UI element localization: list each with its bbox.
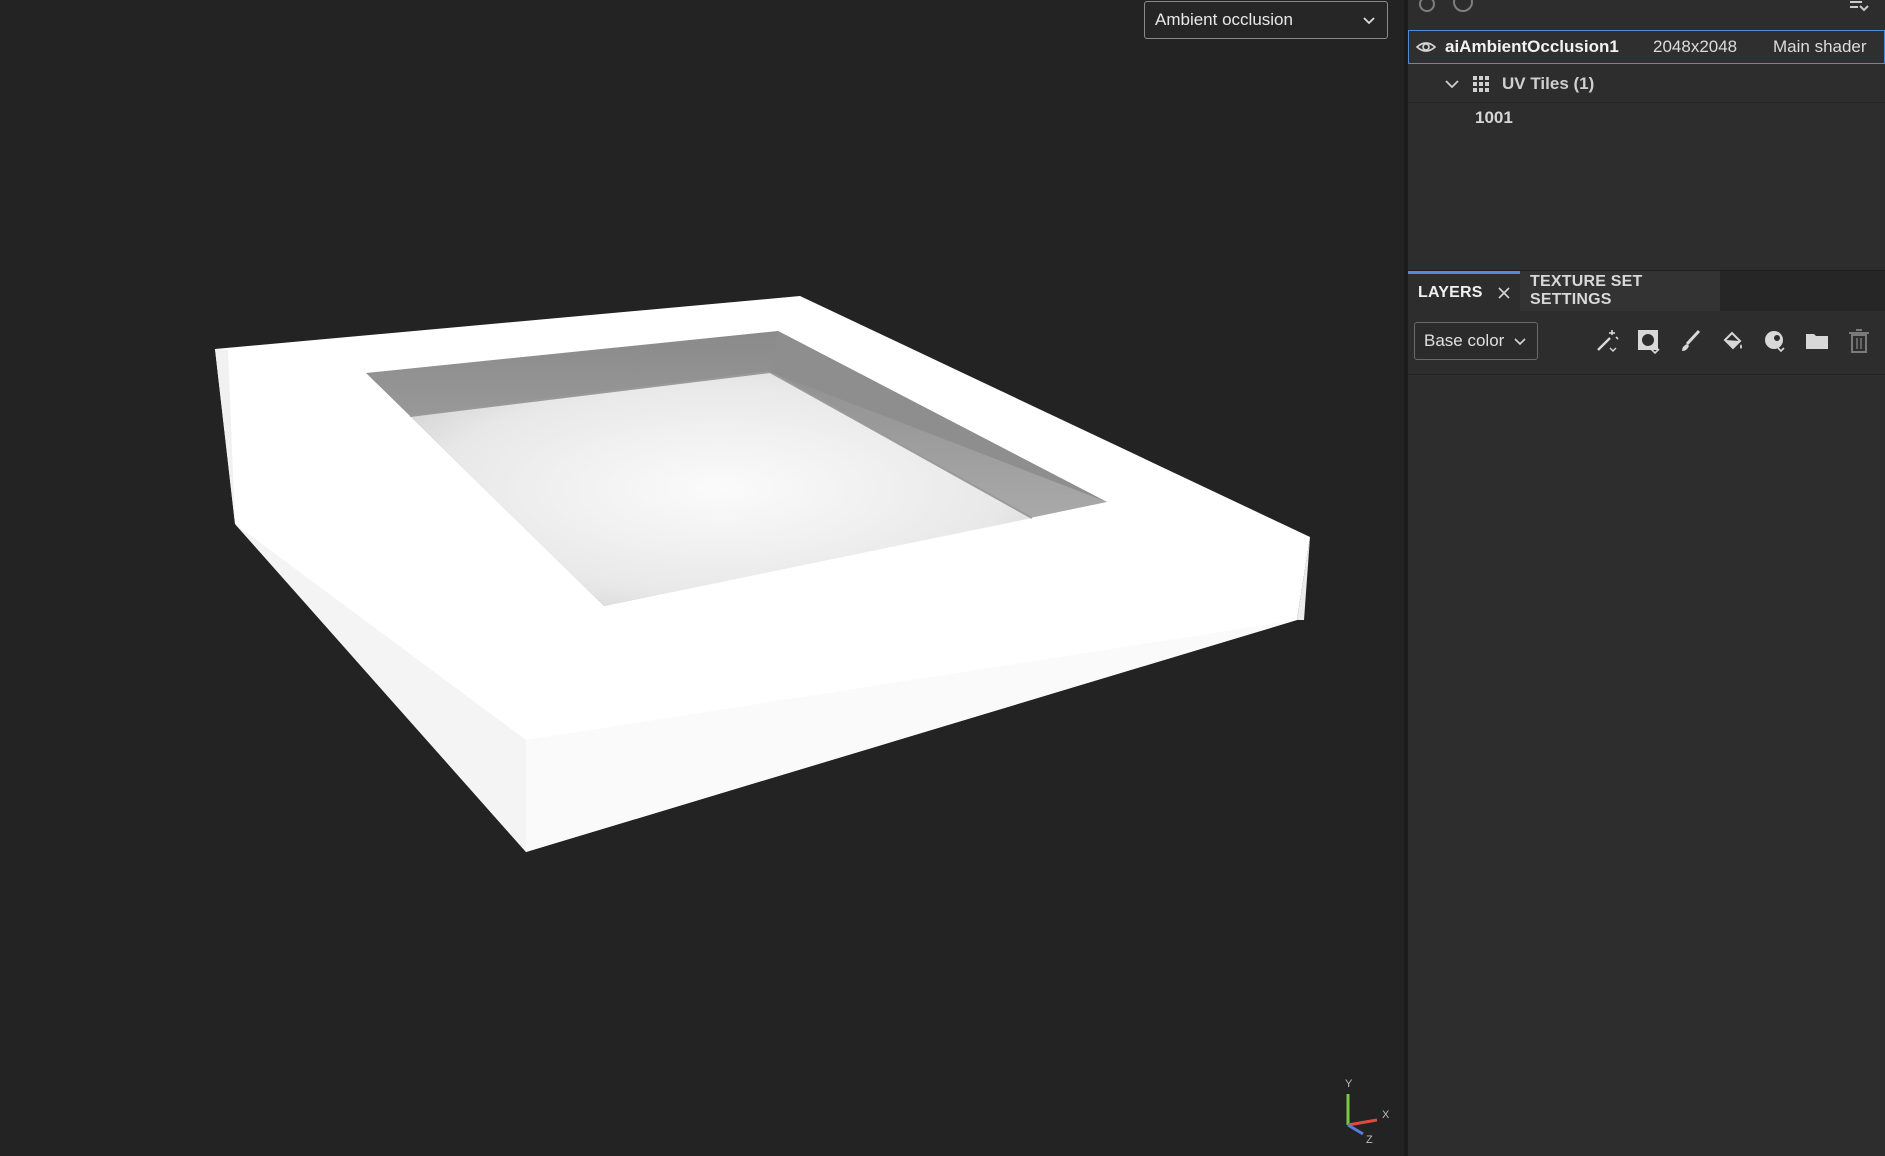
texture-set-resolution: 2048x2048 <box>1653 37 1738 56</box>
info-icon[interactable] <box>1452 0 1474 12</box>
grid-icon <box>1473 76 1489 92</box>
smart-mask-button[interactable] <box>1634 326 1664 356</box>
paint-brush-icon <box>1682 329 1701 351</box>
folder-icon <box>1806 334 1828 349</box>
tab-layers[interactable]: LAYERS <box>1408 271 1520 311</box>
axis-x-label: X <box>1382 1109 1390 1121</box>
channel-dropdown[interactable]: Base color <box>1414 322 1538 360</box>
right-panel: aiAmbientOcclusion1 2048x2048 Main shade… <box>1408 0 1885 1156</box>
viewport-channel-value: Ambient occlusion <box>1155 10 1293 29</box>
magic-wand-button[interactable] <box>1592 326 1622 356</box>
settings-icon[interactable] <box>1416 0 1438 12</box>
tab-layers-label: LAYERS <box>1418 283 1483 301</box>
chevron-down-icon <box>1514 338 1526 346</box>
texture-set-name: aiAmbientOcclusion1 <box>1445 37 1619 56</box>
add-folder-button[interactable] <box>1802 326 1832 356</box>
uv-tiles-label: UV Tiles (1) <box>1502 74 1595 93</box>
effects-icon <box>1765 331 1785 353</box>
texture-set-row[interactable]: aiAmbientOcclusion1 2048x2048 Main shade… <box>1408 30 1885 64</box>
magic-wand-icon <box>1597 330 1619 352</box>
close-icon[interactable] <box>1497 286 1511 300</box>
uv-tile-item[interactable]: 1001 <box>1475 108 1513 128</box>
axis-y-label: Y <box>1345 1078 1353 1090</box>
tab-texture-set-settings[interactable]: TEXTURE SET SETTINGS <box>1520 271 1720 311</box>
fill-bucket-icon <box>1723 331 1742 350</box>
axis-z-label: Z <box>1366 1134 1373 1145</box>
uv-tiles-row[interactable]: UV Tiles (1) <box>1408 66 1885 103</box>
channel-dropdown-value: Base color <box>1424 331 1505 350</box>
fill-layer-button[interactable] <box>1718 326 1748 356</box>
add-effect-button[interactable] <box>1760 326 1790 356</box>
3d-viewport[interactable]: Ambient occlusion Y X Z <box>0 0 1404 1156</box>
delete-layer-button[interactable] <box>1844 326 1874 356</box>
layers-tabs: LAYERS TEXTURE SET SETTINGS <box>1408 270 1885 311</box>
eye-icon[interactable] <box>1415 39 1437 55</box>
panel-top-icons <box>1408 0 1885 18</box>
smart-mask-icon <box>1638 330 1660 354</box>
axis-gizmo: Y X Z <box>1345 1078 1390 1145</box>
layers-list <box>1408 375 1885 1156</box>
chevron-down-icon <box>1363 17 1375 25</box>
menu-icon[interactable] <box>1848 0 1870 12</box>
tab-texture-set-settings-label: TEXTURE SET SETTINGS <box>1530 273 1643 308</box>
layers-toolbar: Base color <box>1408 312 1885 375</box>
trash-icon <box>1849 329 1869 353</box>
viewport-channel-select[interactable]: Ambient occlusion <box>1144 1 1388 39</box>
texture-set-shader: Main shader <box>1773 37 1867 56</box>
chevron-down-icon[interactable] <box>1444 76 1460 92</box>
3d-model-frame <box>215 296 1310 852</box>
paint-layer-button[interactable] <box>1676 326 1706 356</box>
